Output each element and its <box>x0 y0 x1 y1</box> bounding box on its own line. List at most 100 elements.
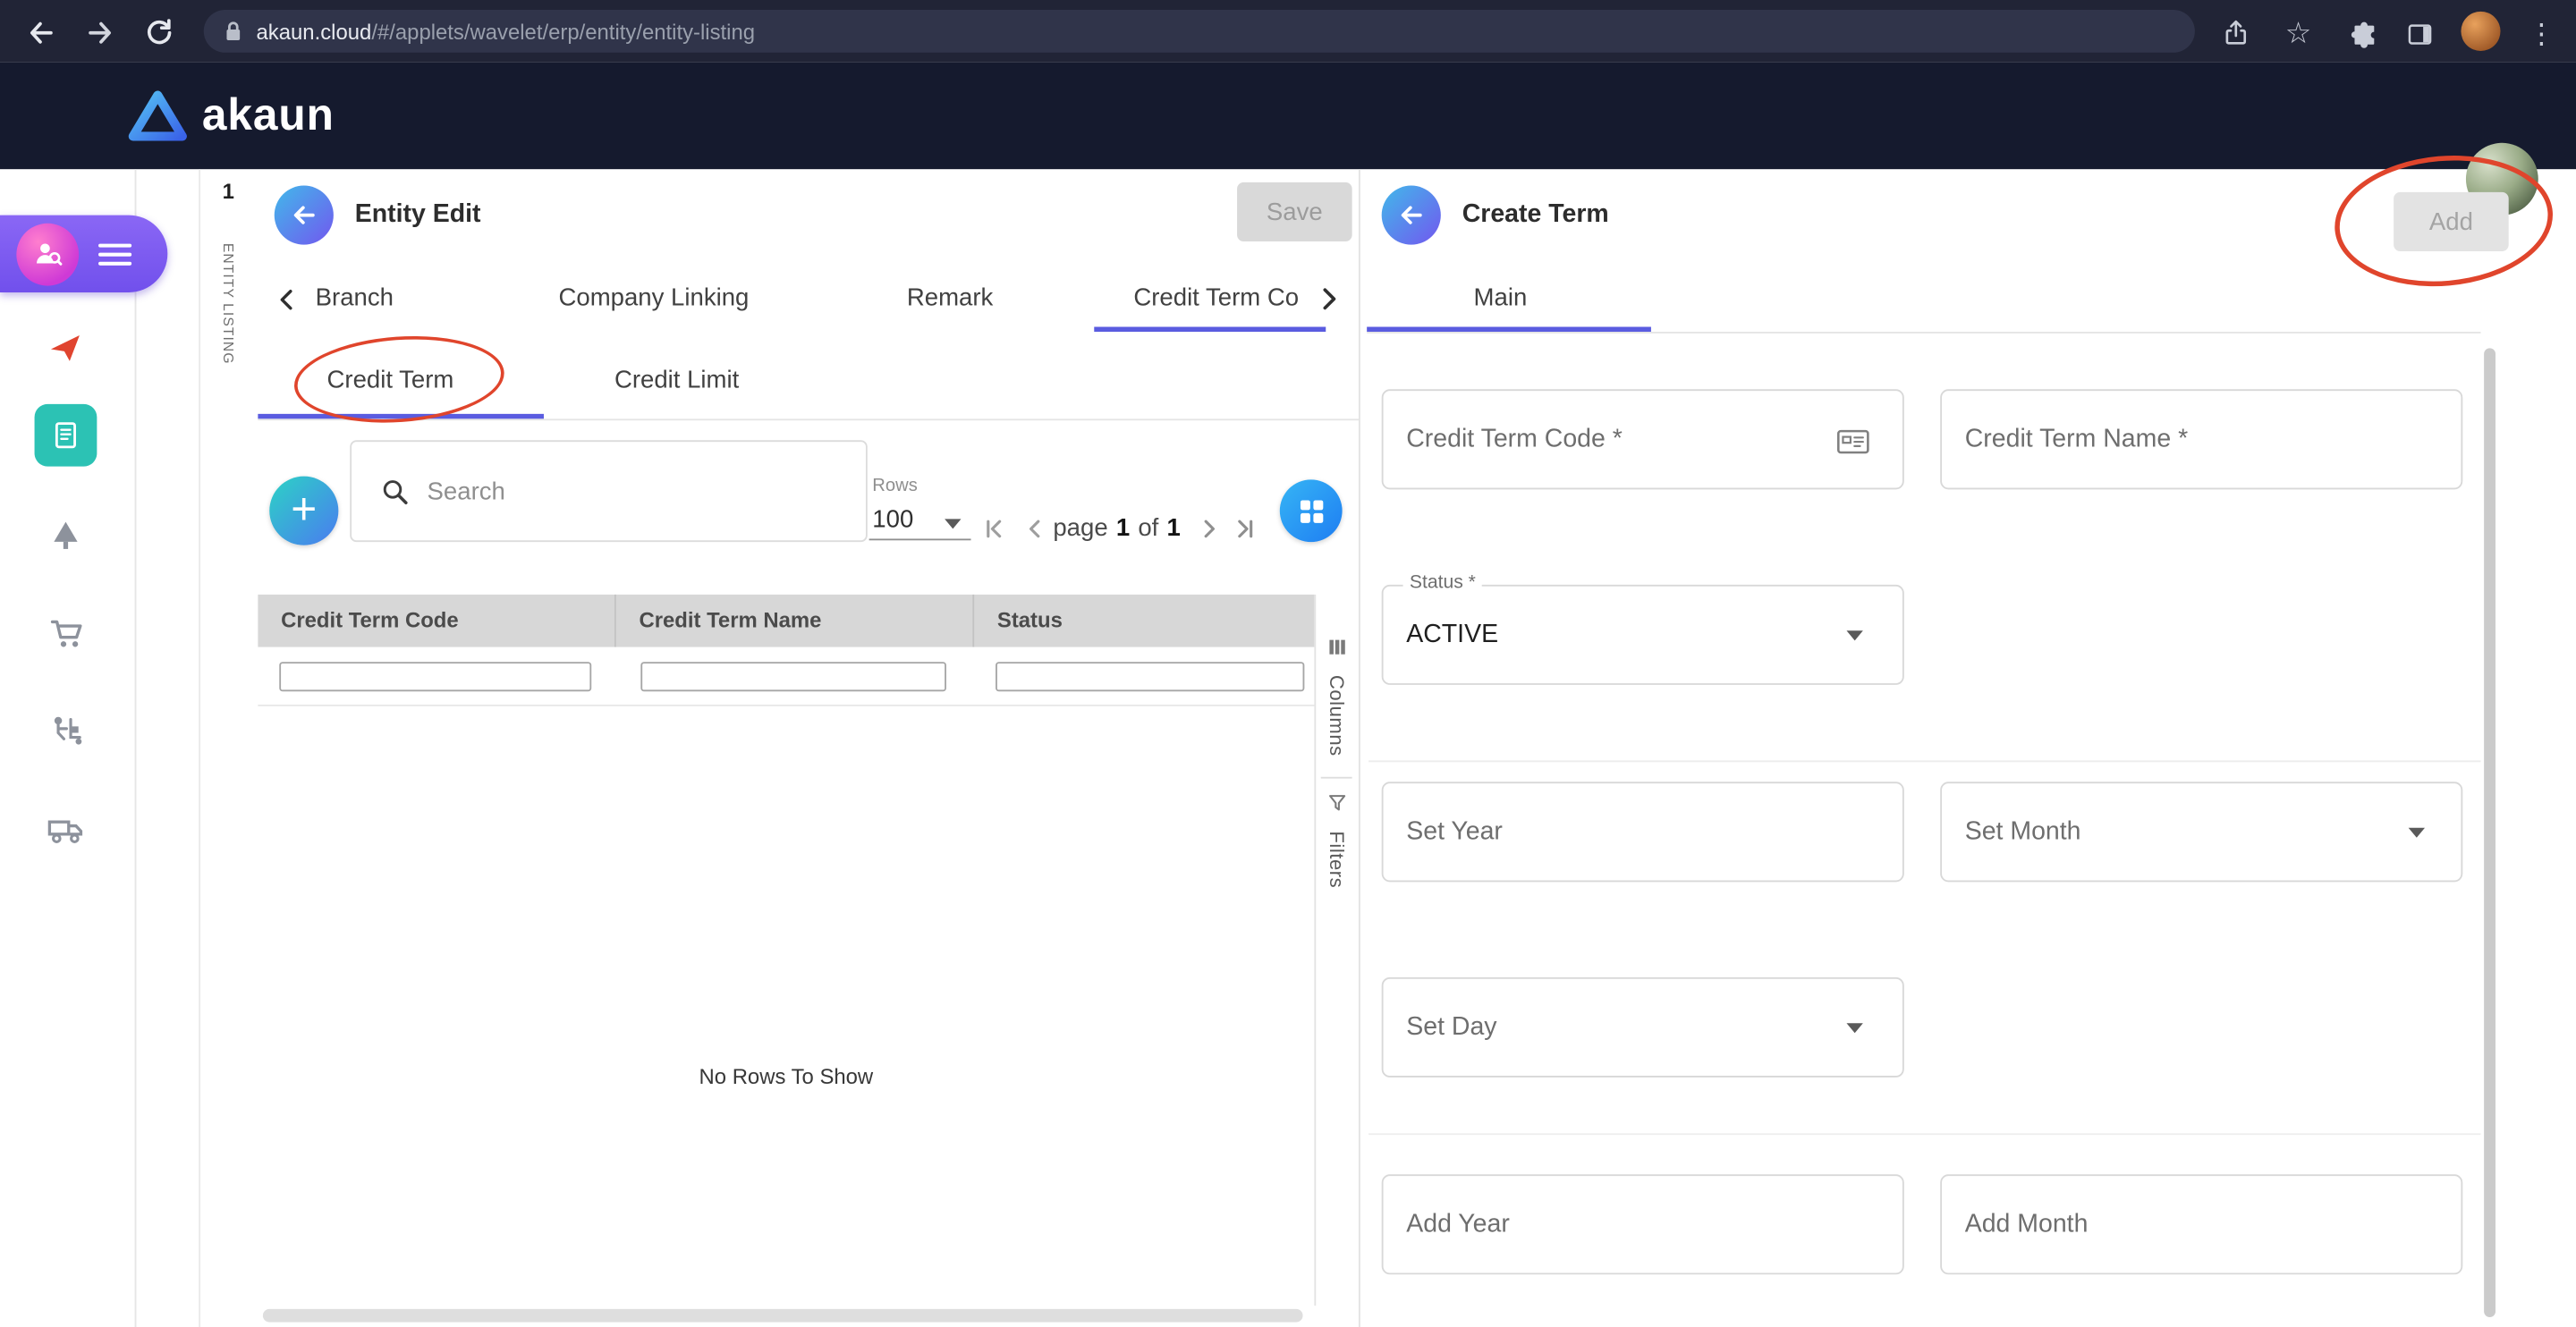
entity-edit-back-button[interactable] <box>275 186 334 245</box>
shopping-cart-icon <box>47 613 84 651</box>
pagination-first-icon[interactable] <box>979 514 1009 544</box>
page-total: 1 <box>1167 514 1181 542</box>
vertical-scrollbar[interactable] <box>2484 348 2496 1317</box>
form-divider-2 <box>1368 1133 2480 1135</box>
extensions-puzzle-icon[interactable] <box>2343 13 2385 56</box>
set-year-field[interactable]: Set Year <box>1382 782 1904 882</box>
browser-menu-icon[interactable]: ⋮ <box>2523 12 2559 55</box>
filter-input-status[interactable] <box>996 662 1304 691</box>
menu-icon[interactable] <box>97 241 132 266</box>
status-label: Status * <box>1403 573 1483 593</box>
set-month-select[interactable]: Set Month <box>1940 782 2462 882</box>
left-panel-title: Entity Edit <box>355 200 481 230</box>
create-term-back-button[interactable] <box>1382 186 1441 245</box>
save-button[interactable]: Save <box>1237 182 1352 241</box>
status-value: ACTIVE <box>1406 620 1498 649</box>
search-input[interactable] <box>424 476 809 507</box>
set-month-caret-icon[interactable] <box>2409 828 2425 838</box>
active-applet-pill[interactable] <box>0 216 167 292</box>
akaun-triangle-icon <box>128 89 187 143</box>
subtab-credit-limit[interactable]: Credit Limit <box>614 367 739 394</box>
add-year-field[interactable]: Add Year <box>1382 1174 1904 1274</box>
col-header-status[interactable]: Status <box>974 595 1314 647</box>
browser-refresh-icon[interactable] <box>138 12 181 55</box>
pagination-last-icon[interactable] <box>1231 514 1260 544</box>
sidebar-item-logistics[interactable] <box>33 797 98 862</box>
screen: akaun.cloud/#/applets/wavelet/erp/entity… <box>0 0 2576 1327</box>
browser-forward-icon[interactable] <box>79 12 122 55</box>
page-word: page <box>1053 514 1107 542</box>
subtab-credit-term[interactable]: Credit Term <box>327 367 454 394</box>
browser-back-icon[interactable] <box>20 12 63 55</box>
credit-term-code-label: Credit Term Code * <box>1406 425 1623 454</box>
sidebar-divider <box>135 169 137 1327</box>
of-word: of <box>1138 514 1158 542</box>
brand-name: akaun <box>202 90 335 141</box>
arrow-left-icon <box>289 200 318 230</box>
pagination-next-icon[interactable] <box>1194 514 1224 544</box>
horizontal-scrollbar[interactable] <box>263 1309 1303 1323</box>
browser-profile-avatar[interactable] <box>2461 12 2500 51</box>
columns-icon <box>1314 634 1359 660</box>
set-month-label: Set Month <box>1965 817 2081 847</box>
add-month-label: Add Month <box>1965 1210 2089 1239</box>
rows-select-caret-icon[interactable] <box>945 519 961 528</box>
tab-remark[interactable]: Remark <box>907 284 993 312</box>
sidebar-item-park[interactable] <box>33 503 98 568</box>
status-select[interactable]: Status * ACTIVE <box>1382 585 1904 685</box>
status-caret-icon[interactable] <box>1846 630 1862 640</box>
active-tab-underline <box>1094 327 1326 333</box>
tab-main[interactable]: Main <box>1474 284 1528 312</box>
add-month-field[interactable]: Add Month <box>1940 1174 2462 1274</box>
filter-input-credit-term-code[interactable] <box>279 662 591 691</box>
add-row-button[interactable]: + <box>269 477 338 545</box>
tool-panel-columns[interactable]: Columns <box>1314 664 1359 769</box>
rows-per-page-select[interactable]: 100 <box>872 506 913 534</box>
set-day-label: Set Day <box>1406 1012 1496 1042</box>
credit-term-code-field[interactable]: Credit Term Code * <box>1382 389 1904 489</box>
tab-credit-term-config[interactable]: Credit Term Co <box>1133 284 1308 312</box>
sidebar-item-red-applet[interactable] <box>33 316 98 381</box>
sidebar-item-procurement[interactable] <box>33 698 98 764</box>
table-settings-button[interactable] <box>1280 479 1343 542</box>
tab-scroll-right-icon[interactable] <box>1311 281 1347 317</box>
set-year-label: Set Year <box>1406 817 1503 847</box>
grid-icon <box>1297 497 1325 525</box>
bookmark-star-icon[interactable]: ☆ <box>2277 12 2320 55</box>
entity-applet-icon[interactable] <box>16 223 79 285</box>
lock-icon <box>224 20 243 43</box>
sidebar-item-teal-applet[interactable] <box>35 404 97 467</box>
tab-scroll-left-icon[interactable] <box>267 281 303 317</box>
tab-branch[interactable]: Branch <box>316 284 394 312</box>
brand-logo[interactable]: akaun <box>128 89 335 143</box>
vertical-tab-entity-listing[interactable]: ENTITY LISTING <box>199 214 258 394</box>
side-panel-icon[interactable] <box>2399 13 2442 56</box>
set-day-select[interactable]: Set Day <box>1382 977 1904 1078</box>
red-plane-icon <box>46 328 85 368</box>
rows-select-underline <box>869 538 971 540</box>
lookup-card-icon[interactable] <box>1836 428 1869 454</box>
set-day-caret-icon[interactable] <box>1846 1023 1862 1033</box>
tool-panel-filters[interactable]: Filters <box>1314 818 1359 900</box>
search-box[interactable] <box>350 440 868 542</box>
url-bar[interactable]: akaun.cloud/#/applets/wavelet/erp/entity… <box>204 10 2195 53</box>
col-header-credit-term-name[interactable]: Credit Term Name <box>616 595 974 647</box>
form-divider-1 <box>1368 760 2480 762</box>
pagination-prev-icon[interactable] <box>1021 514 1050 544</box>
add-button[interactable]: Add <box>2394 192 2509 251</box>
vertical-tab-label: ENTITY LISTING <box>220 243 236 365</box>
sidebar-item-shop[interactable] <box>33 599 98 664</box>
table-empty-message: No Rows To Show <box>258 1064 1314 1089</box>
search-icon <box>381 478 409 505</box>
right-panel-title: Create Term <box>1462 200 1609 230</box>
panels-divider <box>1359 169 1360 1327</box>
tab-company-linking[interactable]: Company Linking <box>558 284 749 312</box>
truck-icon <box>46 810 85 849</box>
share-icon[interactable] <box>2215 12 2258 55</box>
credit-term-name-field[interactable]: Credit Term Name * <box>1940 389 2462 489</box>
filters-label: Filters <box>1325 831 1348 888</box>
filter-input-credit-term-name[interactable] <box>640 662 946 691</box>
col-header-credit-term-code[interactable]: Credit Term Code <box>258 595 615 647</box>
credit-term-name-label: Credit Term Name * <box>1965 425 2188 454</box>
hand-truck-icon <box>47 712 84 749</box>
